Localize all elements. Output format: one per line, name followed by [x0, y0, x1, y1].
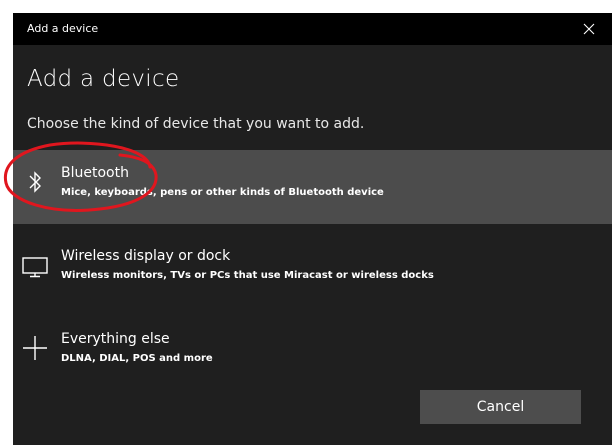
page-subheading: Choose the kind of device that you want … — [27, 116, 365, 132]
option-description: Wireless monitors, TVs or PCs that use M… — [61, 270, 434, 281]
option-label: Bluetooth — [61, 165, 129, 181]
page-heading: Add a device — [27, 66, 180, 92]
title-bar: Add a device — [13, 13, 612, 45]
window-title: Add a device — [27, 22, 99, 35]
option-label: Everything else — [61, 331, 170, 347]
plus-icon — [19, 332, 51, 364]
close-button[interactable] — [566, 13, 612, 45]
option-everything-else[interactable]: Everything else DLNA, DIAL, POS and more — [13, 316, 612, 390]
option-wireless-display[interactable]: Wireless display or dock Wireless monito… — [13, 233, 612, 307]
add-device-dialog: Add a device Add a device Choose the kin… — [13, 13, 612, 445]
option-bluetooth[interactable]: Bluetooth Mice, keyboards, pens or other… — [13, 150, 612, 224]
cancel-button[interactable]: Cancel — [420, 390, 581, 424]
option-description: DLNA, DIAL, POS and more — [61, 353, 213, 364]
option-description: Mice, keyboards, pens or other kinds of … — [61, 187, 384, 198]
option-label: Wireless display or dock — [61, 248, 231, 264]
close-icon — [583, 23, 595, 35]
bluetooth-icon — [19, 166, 51, 198]
monitor-icon — [19, 249, 51, 281]
